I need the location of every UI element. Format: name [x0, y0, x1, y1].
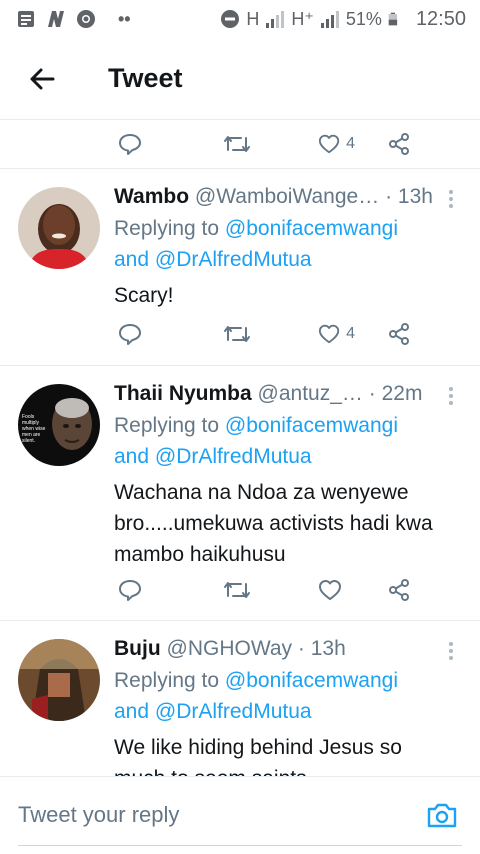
- heart-icon: [318, 324, 340, 344]
- heart-icon: [318, 134, 340, 154]
- tweet-text: Scary!: [114, 284, 174, 307]
- more-options-icon[interactable]: [448, 386, 454, 406]
- replying-to: Replying to @bonifacemwangi and @DrAlfre…: [114, 213, 440, 275]
- reply-icon: [119, 324, 141, 345]
- tweet-meta: Thaii Nyumba @antuz_… · 22m: [114, 380, 440, 408]
- back-button[interactable]: [0, 38, 84, 120]
- do-not-disturb-icon: [221, 10, 240, 28]
- reply-input[interactable]: [18, 795, 398, 835]
- retweet-button[interactable]: [180, 566, 275, 614]
- tweet-meta: Buju @NGHOWay · 13h: [114, 635, 440, 663]
- share-button[interactable]: [355, 120, 455, 168]
- share-button[interactable]: [355, 566, 455, 614]
- retweet-button[interactable]: [180, 120, 275, 168]
- tweet[interactable]: Fools multiply when wise men are silent.…: [0, 365, 480, 620]
- share-icon: [389, 323, 409, 345]
- tweet[interactable]: Wambo @WamboiWange… · 13h Replying to @b…: [0, 168, 480, 365]
- replying-prefix: Replying to: [114, 217, 220, 240]
- page-title: Tweet: [108, 63, 183, 93]
- replying-prefix: Replying to: [114, 414, 220, 437]
- more-options-icon[interactable]: [448, 189, 454, 209]
- battery-percent: 51%: [345, 8, 382, 29]
- mention-link[interactable]: @bonifacemwangi: [225, 669, 398, 692]
- battery-icon: [388, 12, 398, 26]
- mention-link[interactable]: @bonifacemwangi: [225, 217, 398, 240]
- clock: 12:50: [415, 7, 466, 30]
- document-icon: [18, 11, 34, 27]
- like-count: 4: [346, 325, 355, 342]
- reply-composer: [0, 776, 480, 854]
- retweet-button[interactable]: [180, 310, 275, 358]
- reply-icon: [119, 134, 141, 155]
- news-app-icon: [48, 11, 64, 27]
- avatar[interactable]: Fools multiply when wise men are silent.: [18, 384, 100, 466]
- app-header: Tweet: [0, 38, 480, 120]
- tweet-actions: 4: [0, 120, 480, 168]
- retweet-icon: [224, 136, 250, 152]
- and-label: and: [114, 248, 150, 271]
- reply-button[interactable]: [80, 310, 180, 358]
- like-button[interactable]: 4: [275, 310, 355, 358]
- share-icon: [389, 133, 409, 155]
- share-button[interactable]: [355, 310, 455, 358]
- more-notifications-icon: ••: [118, 8, 131, 29]
- author-handle[interactable]: @antuz_…: [258, 382, 363, 405]
- and-label: and: [114, 700, 150, 723]
- retweet-icon: [224, 326, 250, 342]
- replying-prefix: Replying to: [114, 669, 220, 692]
- replying-to: Replying to @bonifacemwangi and @DrAlfre…: [114, 665, 440, 727]
- reply-button[interactable]: [80, 566, 180, 614]
- network-type-2: H⁺: [291, 8, 314, 29]
- tweet-actions: [0, 566, 455, 614]
- tweet-text: We like hiding behind Jesus so much to s…: [114, 736, 402, 776]
- mention-link[interactable]: @DrAlfredMutua: [155, 445, 312, 468]
- replies-feed[interactable]: 4 Wambo @WamboiWange… · 13h Replying to …: [0, 120, 480, 776]
- status-bar: •• H H⁺ 51% 12:50: [0, 0, 480, 38]
- author-name[interactable]: Wambo: [114, 185, 189, 208]
- heart-icon: [319, 580, 341, 600]
- author-name[interactable]: Buju: [114, 637, 161, 660]
- author-handle[interactable]: @NGHOWay: [167, 637, 293, 660]
- signal-1-icon: [266, 11, 285, 28]
- tweet-time: · 13h: [297, 637, 346, 660]
- input-underline: [18, 845, 462, 846]
- chrome-icon: [77, 10, 95, 28]
- more-options-icon[interactable]: [448, 641, 454, 661]
- network-type-1: H: [246, 8, 260, 29]
- tweet[interactable]: Buju @NGHOWay · 13h Replying to @bonifac…: [0, 620, 480, 776]
- author-name[interactable]: Thaii Nyumba: [114, 382, 252, 405]
- avatar[interactable]: [18, 639, 100, 721]
- mention-link[interactable]: @DrAlfredMutua: [155, 700, 312, 723]
- tweet-text: Wachana na Ndoa za wenyewe bro.....umeku…: [114, 481, 433, 566]
- mention-link[interactable]: @DrAlfredMutua: [155, 248, 312, 271]
- like-button[interactable]: 4: [275, 120, 355, 168]
- like-button[interactable]: [275, 566, 355, 614]
- retweet-icon: [224, 582, 250, 598]
- back-arrow-icon: [30, 68, 55, 89]
- mention-link[interactable]: @bonifacemwangi: [225, 414, 398, 437]
- replying-to: Replying to @bonifacemwangi and @DrAlfre…: [114, 410, 440, 472]
- author-handle[interactable]: @WamboiWange…: [195, 185, 379, 208]
- tweet-actions: 4: [0, 310, 455, 358]
- reply-icon: [119, 580, 141, 601]
- camera-icon[interactable]: [426, 801, 458, 829]
- like-count: 4: [346, 135, 355, 152]
- tweet-time: · 13h: [385, 185, 433, 208]
- avatar[interactable]: [18, 187, 100, 269]
- and-label: and: [114, 445, 150, 468]
- tweet-meta: Wambo @WamboiWange… · 13h: [114, 183, 440, 211]
- share-icon: [389, 579, 409, 601]
- avatar-caption: Fools multiply when wise men are silent.: [22, 414, 46, 444]
- signal-2-icon: [320, 11, 339, 28]
- reply-button[interactable]: [80, 120, 180, 168]
- tweet-time: · 22m: [368, 382, 423, 405]
